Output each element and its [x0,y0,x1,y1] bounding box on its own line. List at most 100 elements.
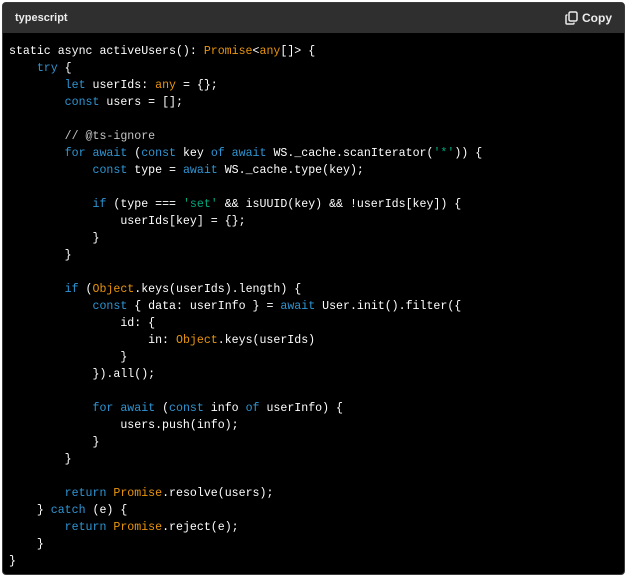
code-token: const [141,147,177,160]
code-token: } [9,555,16,568]
code-token: WS._cache.scanIterator( [266,147,434,160]
code-token: id: { [9,317,156,330]
code-token: } [9,504,51,517]
code-token: { data: userInfo } = [127,300,281,313]
code-line: for await (const info of userInfo) { [9,400,624,417]
code-token: []> { [280,45,316,58]
code-token: return [64,521,107,534]
code-line: for await (const key of await WS._cache.… [9,145,624,162]
code-token: if [64,283,79,296]
code-token: Object [175,334,218,347]
code-line: return Promise.resolve(users); [9,485,624,502]
code-token: // @ts-ignore [64,130,156,143]
code-token: .reject(e); [162,521,239,534]
code-token: WS._cache.type(key); [217,164,364,177]
code-token: ( [127,147,142,160]
code-token: if [92,198,107,211]
code-line: const type = await WS._cache.type(key); [9,162,624,179]
code-token: of [245,402,260,415]
code-token: }).all(); [9,368,156,381]
language-label: typescript [15,12,68,24]
code-token: )) { [454,147,483,160]
code-token: .keys(userIds) [217,334,316,347]
code-line: // @ts-ignore [9,128,624,145]
code-token: Promise [203,45,253,58]
code-line: users.push(info); [9,417,624,434]
code-line: } [9,451,624,468]
code-line: } [9,434,624,451]
code-token: in: [9,334,176,347]
code-token: Promise [113,487,163,500]
code-token: info [203,402,246,415]
code-line: } [9,536,624,553]
code-block: typescript Copy static async activeUsers… [2,2,625,575]
code-token: (type === [106,198,183,211]
code-token: try [36,62,58,75]
code-line: const { data: userInfo } = await User.in… [9,298,624,315]
code-token: type = [127,164,183,177]
code-token: } [9,538,44,551]
code-line: } catch (e) { [9,502,624,519]
code-token: && isUUID(key) && !userIds[key]) { [217,198,462,211]
copy-label: Copy [582,11,612,25]
code-token: '*' [433,147,455,160]
code-block-header: typescript Copy [3,3,624,33]
code-token: userInfo) { [259,402,344,415]
code-token: for await [92,402,156,415]
clipboard-icon [565,11,578,25]
code-token: const [169,402,204,415]
code-line: try { [9,60,624,77]
code-token: } [9,351,128,364]
code-token: const [64,96,100,109]
code-line: static async activeUsers(): Promise<any[… [9,43,624,60]
code-token: 'set' [182,198,218,211]
code-token: .keys(userIds).length) { [134,283,302,296]
code-token: static async activeUsers(): [9,45,204,58]
code-token: catch [50,504,86,517]
code-token: } [9,232,100,245]
code-token: } [9,436,100,449]
code-token: .resolve(users); [162,487,274,500]
code-token: await [280,300,316,313]
code-token: Promise [113,521,163,534]
code-token: userIds[key] = {}; [9,215,246,228]
code-token: any [259,45,281,58]
code-token: { [57,62,72,75]
code-line: in: Object.keys(userIds) [9,332,624,349]
code-line: } [9,230,624,247]
code-token: (e) { [85,504,128,517]
code-token: const [92,164,128,177]
code-line: } [9,247,624,264]
code-token: return [64,487,107,500]
code-line: return Promise.reject(e); [9,519,624,536]
code-token: const [92,300,128,313]
code-token: Object [92,283,135,296]
code-line: } [9,553,624,570]
code-token: } [9,453,72,466]
code-content: static async activeUsers(): Promise<any[… [3,33,624,570]
code-token: any [155,79,176,92]
code-line: userIds[key] = {}; [9,213,624,230]
code-line: id: { [9,315,624,332]
code-token: ( [155,402,170,415]
code-line: const users = []; [9,94,624,111]
code-token: userIds: [85,79,156,92]
code-line: if (Object.keys(userIds).length) { [9,281,624,298]
copy-button[interactable]: Copy [565,11,612,25]
code-token: users.push(info); [9,419,239,432]
code-token: key [176,147,211,160]
